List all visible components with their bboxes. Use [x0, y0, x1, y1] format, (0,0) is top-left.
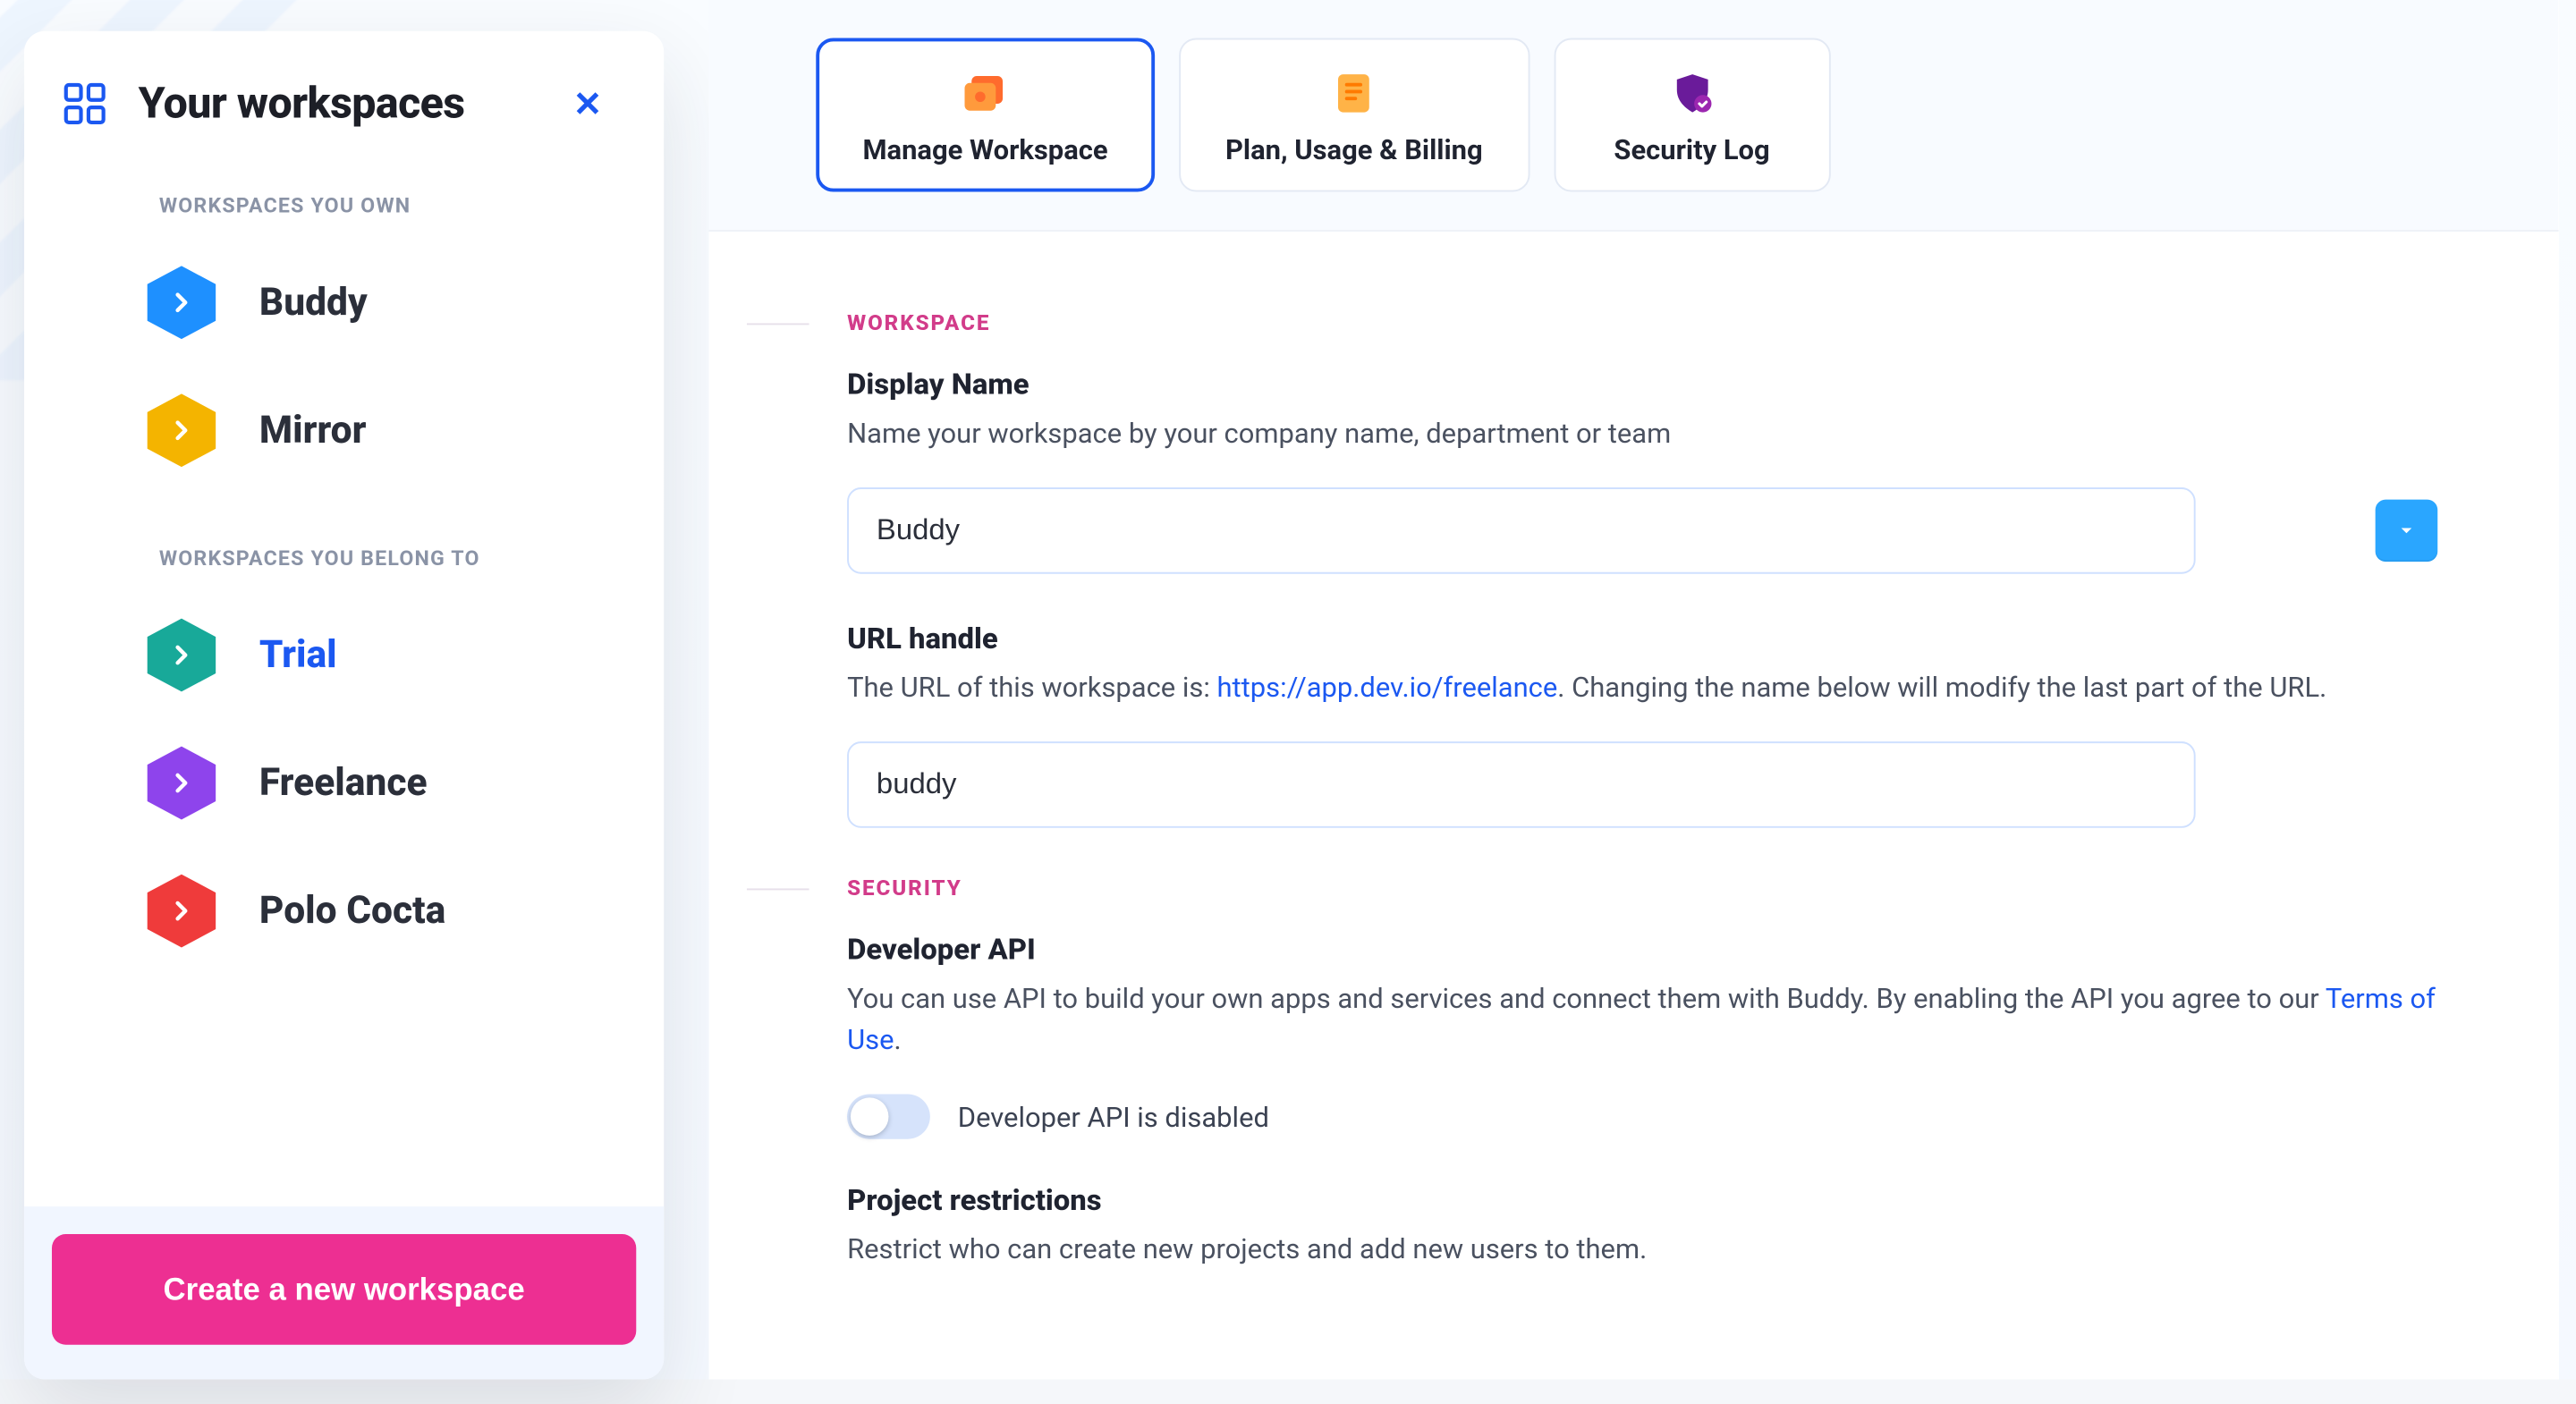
close-sidebar-button[interactable]: ✕ — [560, 76, 615, 131]
tab-label: Manage Workspace — [862, 133, 1107, 166]
section-title-workspace: WORKSPACE — [847, 311, 990, 337]
workspaces-grid-icon — [63, 81, 107, 126]
workspace-name: Trial — [259, 633, 337, 676]
section-own-label: WORKSPACES YOU OWN — [24, 141, 664, 224]
url-handle-hint: The URL of this workspace is: https://ap… — [847, 667, 2452, 710]
close-icon: ✕ — [573, 82, 602, 125]
create-workspace-button[interactable]: Create a new workspace — [52, 1234, 636, 1345]
api-hint-post: . — [894, 1024, 901, 1057]
workspace-name: Polo Cocta — [259, 889, 445, 932]
billing-icon — [1334, 71, 1375, 115]
manage-workspace-icon — [961, 71, 1009, 115]
chevron-right-icon — [141, 743, 221, 823]
url-hint-pre: The URL of this workspace is: — [847, 671, 1216, 704]
main-panel: Manage Workspace Plan, Usage & Billing — [708, 0, 2558, 1379]
tab-plan-billing[interactable]: Plan, Usage & Billing — [1179, 38, 1530, 192]
workspaces-sidebar: Your workspaces ✕ WORKSPACES YOU OWN Bud… — [24, 31, 664, 1380]
developer-api-toggle-text: Developer API is disabled — [958, 1101, 1269, 1134]
hex-icon — [141, 263, 221, 343]
belong-workspaces-list: Trial Freelance Polo Cocta — [24, 578, 664, 976]
tab-label: Security Log — [1614, 133, 1769, 166]
workspace-item-trial[interactable]: Trial — [41, 591, 646, 719]
tab-label: Plan, Usage & Billing — [1225, 133, 1483, 166]
own-workspaces-list: Buddy Mirror — [24, 224, 664, 495]
api-hint-pre: You can use API to build your own apps a… — [847, 981, 2326, 1014]
toggle-knob — [851, 1098, 889, 1137]
hex-icon — [141, 871, 221, 951]
section-rule — [747, 888, 809, 890]
workspace-item-mirror[interactable]: Mirror — [41, 367, 646, 495]
create-workspace-label: Create a new workspace — [164, 1272, 525, 1307]
developer-api-hint: You can use API to build your own apps a… — [847, 977, 2452, 1063]
security-log-icon — [1669, 71, 1714, 115]
sidebar-title: Your workspaces — [139, 79, 465, 129]
caret-down-icon — [2396, 520, 2417, 540]
section-title-security: SECURITY — [847, 875, 962, 901]
section-belong-label: WORKSPACES YOU BELONG TO — [24, 495, 664, 578]
tab-manage-workspace[interactable]: Manage Workspace — [816, 38, 1154, 192]
display-name-hint: Name your workspace by your company name… — [847, 413, 2452, 456]
workspace-item-buddy[interactable]: Buddy — [41, 239, 646, 367]
section-rule — [747, 323, 809, 325]
hex-icon — [141, 615, 221, 695]
developer-api-label: Developer API — [847, 933, 2452, 968]
project-restrictions-hint: Restrict who can create new projects and… — [847, 1230, 2452, 1273]
url-hint-post: . Changing the name below will modify th… — [1557, 671, 2326, 704]
workspace-name: Freelance — [259, 761, 428, 804]
chevron-right-icon — [141, 615, 221, 695]
hex-icon — [141, 391, 221, 470]
url-handle-input[interactable] — [847, 740, 2196, 827]
hex-icon — [141, 743, 221, 823]
chevron-right-icon — [141, 391, 221, 470]
chevron-right-icon — [141, 263, 221, 343]
developer-api-toggle[interactable] — [847, 1095, 930, 1139]
display-name-dropdown-button[interactable] — [2376, 499, 2438, 562]
workspace-name: Buddy — [259, 281, 368, 324]
display-name-input[interactable] — [847, 487, 2196, 574]
display-name-label: Display Name — [847, 368, 2452, 403]
project-restrictions-label: Project restrictions — [847, 1184, 2452, 1219]
url-handle-label: URL handle — [847, 622, 2452, 656]
tab-security-log[interactable]: Security Log — [1554, 38, 1830, 192]
tab-bar: Manage Workspace Plan, Usage & Billing — [708, 0, 2558, 232]
workspace-item-freelance[interactable]: Freelance — [41, 719, 646, 847]
workspace-url-link[interactable]: https://app.dev.io/freelance — [1217, 671, 1558, 704]
chevron-right-icon — [141, 871, 221, 951]
workspace-item-polococta[interactable]: Polo Cocta — [41, 847, 646, 975]
workspace-name: Mirror — [259, 409, 367, 452]
